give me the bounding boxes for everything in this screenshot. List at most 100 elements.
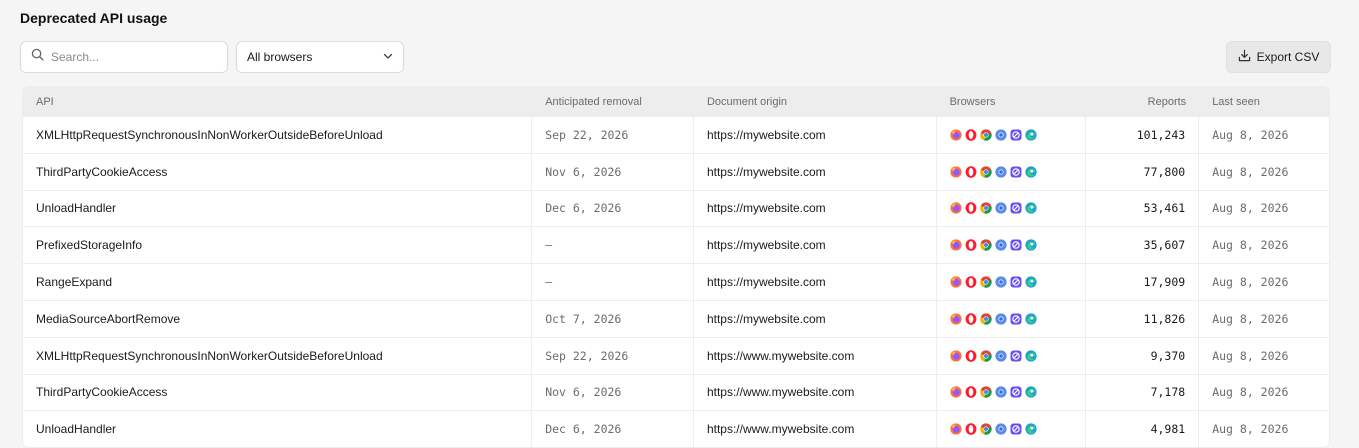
- opera-icon: [965, 165, 977, 178]
- search-input[interactable]: [51, 50, 211, 64]
- opera-icon: [965, 239, 977, 252]
- api-name: RangeExpand: [23, 264, 533, 300]
- column-header-reports[interactable]: Reports: [1086, 87, 1199, 116]
- edge-icon: [1024, 276, 1037, 288]
- anticipated-removal: Sep 22, 2026: [532, 337, 694, 374]
- api-name: ThirdPartyCookieAccess: [23, 153, 533, 190]
- edge-icon: [1024, 350, 1037, 362]
- export-csv-button[interactable]: Export CSV: [1226, 41, 1331, 73]
- table-row[interactable]: XMLHttpRequestSynchronousInNonWorkerOuts…: [23, 336, 1329, 374]
- chrome-icon: [979, 129, 992, 141]
- column-header-origin[interactable]: Document origin: [694, 87, 937, 116]
- browsers-cell: [937, 374, 1087, 411]
- firefox-icon: [949, 239, 962, 251]
- table-row[interactable]: PrefixedStorageInfo — https://mywebsite.…: [23, 226, 1329, 264]
- download-icon: [1238, 49, 1251, 65]
- last-seen: Aug 8, 2026: [1212, 311, 1289, 326]
- document-origin: https://mywebsite.com: [694, 190, 937, 227]
- browsers-cell: [937, 227, 1087, 264]
- chrome-icon: [979, 386, 992, 399]
- opera-icon: [965, 313, 977, 325]
- browsers-cell: [937, 264, 1087, 300]
- last-seen: Aug 8, 2026: [1212, 164, 1289, 179]
- chromium-icon: [994, 350, 1007, 362]
- chrome-icon: [979, 166, 992, 178]
- browser-filter-select[interactable]: All browsers: [236, 41, 404, 73]
- edge-icon: [1024, 423, 1037, 435]
- api-name: UnloadHandler: [23, 411, 533, 448]
- table-row[interactable]: ThirdPartyCookieAccess Nov 6, 2026 https…: [23, 373, 1329, 411]
- brave-icon: [1010, 276, 1022, 288]
- reports-count: 77,800: [1086, 153, 1200, 190]
- column-header-removal[interactable]: Anticipated removal: [532, 87, 694, 116]
- edge-icon: [1024, 129, 1037, 141]
- api-name: XMLHttpRequestSynchronousInNonWorkerOuts…: [23, 337, 533, 374]
- brave-icon: [1010, 129, 1022, 141]
- firefox-icon: [949, 423, 962, 435]
- table-row[interactable]: UnloadHandler Dec 6, 2026 https://www.my…: [23, 410, 1329, 448]
- browser-icons: [949, 386, 1037, 399]
- last-seen: Aug 8, 2026: [1212, 422, 1289, 437]
- browsers-cell: [937, 190, 1087, 227]
- reports-count: 17,909: [1086, 264, 1200, 300]
- browser-icons: [949, 165, 1037, 178]
- edge-icon: [1024, 202, 1037, 215]
- browser-icons: [949, 349, 1037, 362]
- document-origin: https://www.mywebsite.com: [694, 411, 937, 448]
- last-seen: Aug 8, 2026: [1212, 385, 1289, 400]
- table-row[interactable]: XMLHttpRequestSynchronousInNonWorkerOuts…: [23, 116, 1329, 153]
- document-origin: https://mywebsite.com: [694, 117, 937, 153]
- browsers-cell: [937, 411, 1087, 448]
- browser-icons: [949, 423, 1037, 436]
- chevron-down-icon: [383, 50, 393, 64]
- document-origin: https://mywebsite.com: [694, 153, 937, 190]
- firefox-icon: [949, 202, 962, 215]
- table-row[interactable]: RangeExpand — https://mywebsite.com 17,9…: [23, 263, 1329, 300]
- firefox-icon: [949, 129, 962, 141]
- table-body: XMLHttpRequestSynchronousInNonWorkerOuts…: [23, 116, 1329, 448]
- browsers-cell: [937, 117, 1087, 153]
- column-header-api[interactable]: API: [23, 87, 532, 116]
- firefox-icon: [949, 166, 962, 178]
- search-box[interactable]: [20, 41, 228, 73]
- table-row[interactable]: ThirdPartyCookieAccess Nov 6, 2026 https…: [23, 152, 1329, 190]
- browsers-cell: [937, 153, 1087, 190]
- browser-filter-value: All browsers: [247, 50, 313, 64]
- api-name: MediaSourceAbortRemove: [23, 300, 533, 337]
- chrome-icon: [979, 350, 992, 362]
- edge-icon: [1024, 166, 1037, 178]
- opera-icon: [965, 276, 977, 288]
- browser-icons: [949, 202, 1037, 215]
- chrome-icon: [979, 423, 992, 435]
- table-row[interactable]: MediaSourceAbortRemove Oct 7, 2026 https…: [23, 299, 1329, 337]
- edge-icon: [1024, 313, 1037, 325]
- reports-count: 4,981: [1086, 411, 1200, 448]
- opera-icon: [965, 349, 977, 362]
- anticipated-removal: Nov 6, 2026: [532, 374, 694, 411]
- brave-icon: [1010, 313, 1022, 325]
- opera-icon: [965, 202, 977, 215]
- reports-count: 53,461: [1086, 190, 1200, 227]
- chrome-icon: [979, 202, 992, 215]
- anticipated-removal: —: [532, 227, 694, 264]
- chromium-icon: [994, 313, 1007, 325]
- last-seen: Aug 8, 2026: [1212, 348, 1289, 363]
- table-row[interactable]: UnloadHandler Dec 6, 2026 https://mywebs…: [23, 189, 1329, 227]
- document-origin: https://mywebsite.com: [694, 227, 937, 264]
- document-origin: https://mywebsite.com: [694, 264, 937, 300]
- brave-icon: [1010, 166, 1022, 178]
- chromium-icon: [994, 129, 1007, 141]
- opera-icon: [965, 423, 977, 436]
- chrome-icon: [979, 239, 992, 251]
- api-name: UnloadHandler: [23, 190, 533, 227]
- anticipated-removal: —: [532, 264, 694, 300]
- column-header-last-seen[interactable]: Last seen: [1199, 87, 1329, 116]
- reports-count: 101,243: [1086, 117, 1200, 153]
- anticipated-removal: Oct 7, 2026: [532, 300, 694, 337]
- anticipated-removal: Sep 22, 2026: [532, 117, 694, 153]
- export-csv-label: Export CSV: [1256, 50, 1320, 64]
- column-header-browsers[interactable]: Browsers: [937, 87, 1087, 116]
- chromium-icon: [994, 166, 1007, 178]
- last-seen: Aug 8, 2026: [1212, 238, 1289, 253]
- last-seen: Aug 8, 2026: [1212, 201, 1289, 216]
